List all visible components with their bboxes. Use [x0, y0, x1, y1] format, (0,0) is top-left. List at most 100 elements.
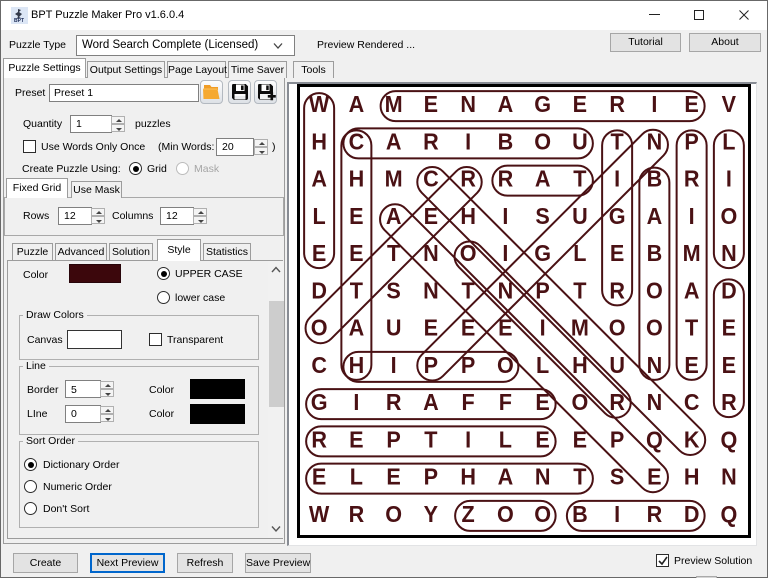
svg-text:T: T [611, 129, 624, 155]
svg-text:P: P [386, 427, 400, 453]
svg-text:C: C [311, 352, 327, 378]
svg-text:L: L [313, 203, 326, 229]
svg-text:D: D [721, 278, 737, 304]
svg-text:T: T [462, 278, 475, 304]
svg-text:E: E [349, 240, 363, 266]
svg-text:T: T [573, 166, 586, 192]
svg-text:O: O [534, 129, 551, 155]
svg-text:R: R [311, 427, 327, 453]
svg-text:W: W [309, 501, 330, 527]
svg-text:R: R [609, 389, 625, 415]
svg-text:L: L [536, 352, 549, 378]
svg-text:T: T [424, 427, 437, 453]
svg-text:I: I [502, 240, 508, 266]
svg-text:H: H [349, 352, 365, 378]
svg-text:I: I [465, 427, 471, 453]
svg-text:I: I [726, 166, 732, 192]
svg-text:B: B [647, 166, 663, 192]
svg-text:G: G [609, 203, 626, 229]
svg-text:N: N [460, 91, 476, 117]
svg-text:R: R [423, 129, 439, 155]
svg-text:V: V [722, 91, 736, 117]
svg-text:A: A [386, 203, 402, 229]
svg-text:B: B [498, 129, 514, 155]
svg-text:S: S [610, 464, 624, 490]
svg-text:R: R [349, 501, 365, 527]
svg-text:E: E [647, 464, 661, 490]
svg-text:O: O [720, 203, 737, 229]
svg-text:O: O [311, 315, 328, 341]
svg-text:I: I [540, 315, 546, 341]
svg-text:C: C [684, 389, 700, 415]
svg-text:Q: Q [646, 427, 663, 453]
svg-text:L: L [573, 240, 586, 266]
svg-text:O: O [646, 315, 663, 341]
svg-text:E: E [349, 203, 363, 229]
svg-text:I: I [614, 501, 620, 527]
svg-text:E: E [424, 91, 438, 117]
svg-text:A: A [386, 129, 402, 155]
svg-text:P: P [424, 352, 438, 378]
svg-text:R: R [647, 501, 663, 527]
svg-text:I: I [614, 166, 620, 192]
svg-text:O: O [460, 240, 477, 266]
svg-text:R: R [460, 166, 476, 192]
svg-text:I: I [502, 203, 508, 229]
svg-text:O: O [646, 278, 663, 304]
svg-text:C: C [349, 129, 365, 155]
svg-text:D: D [311, 278, 327, 304]
svg-text:H: H [349, 166, 365, 192]
svg-text:G: G [311, 389, 328, 415]
svg-text:E: E [722, 315, 736, 341]
svg-text:S: S [386, 278, 400, 304]
svg-text:R: R [498, 166, 514, 192]
svg-text:G: G [534, 91, 551, 117]
svg-text:L: L [499, 427, 512, 453]
svg-text:U: U [609, 352, 625, 378]
svg-text:R: R [721, 389, 737, 415]
svg-text:R: R [386, 389, 402, 415]
svg-text:N: N [647, 352, 663, 378]
svg-text:F: F [462, 389, 475, 415]
svg-text:Q: Q [720, 427, 737, 453]
svg-text:P: P [684, 129, 698, 155]
svg-text:U: U [386, 315, 402, 341]
svg-text:E: E [461, 315, 475, 341]
svg-text:P: P [535, 278, 549, 304]
svg-text:N: N [535, 464, 551, 490]
svg-text:N: N [721, 240, 737, 266]
svg-text:U: U [572, 203, 588, 229]
svg-text:T: T [685, 315, 698, 341]
svg-text:E: E [535, 427, 549, 453]
svg-text:T: T [350, 278, 363, 304]
svg-text:A: A [423, 389, 439, 415]
svg-text:A: A [349, 315, 365, 341]
svg-text:A: A [498, 464, 514, 490]
svg-text:E: E [684, 91, 698, 117]
svg-text:B: B [572, 501, 588, 527]
svg-text:E: E [535, 389, 549, 415]
svg-text:A: A [535, 166, 551, 192]
svg-text:D: D [684, 501, 700, 527]
svg-text:E: E [722, 352, 736, 378]
svg-text:E: E [573, 427, 587, 453]
svg-text:I: I [353, 389, 359, 415]
svg-text:O: O [385, 501, 402, 527]
svg-text:N: N [423, 240, 439, 266]
svg-text:H: H [460, 464, 476, 490]
svg-text:N: N [423, 278, 439, 304]
svg-text:E: E [424, 203, 438, 229]
svg-text:I: I [651, 91, 657, 117]
svg-text:L: L [722, 129, 735, 155]
svg-text:I: I [689, 203, 695, 229]
svg-text:M: M [571, 315, 589, 341]
svg-text:C: C [423, 166, 439, 192]
svg-text:Z: Z [462, 501, 475, 527]
svg-text:B: B [647, 240, 663, 266]
svg-text:A: A [349, 91, 365, 117]
svg-text:T: T [387, 240, 400, 266]
svg-text:T: T [573, 464, 586, 490]
svg-text:P: P [610, 427, 624, 453]
svg-text:N: N [647, 129, 663, 155]
svg-text:N: N [647, 389, 663, 415]
